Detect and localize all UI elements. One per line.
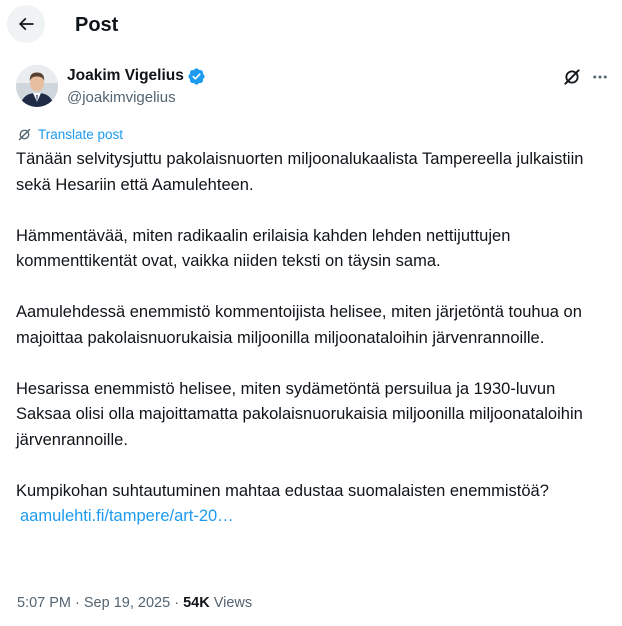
- views-count: 54K: [183, 595, 210, 611]
- verified-badge-icon: [188, 68, 205, 85]
- post-date[interactable]: Sep 19, 2025: [84, 595, 170, 611]
- translate-post-button[interactable]: Translate post: [17, 124, 123, 144]
- arrow-left-icon: [18, 17, 34, 31]
- grok-translate-icon: [18, 128, 31, 140]
- translate-post-label: Translate post: [38, 126, 124, 142]
- meta-separator: ·: [170, 595, 184, 611]
- post-meta: 5:07 PM · Sep 19, 2025 · 54K Views: [17, 593, 252, 613]
- post-paragraph: Aamulehdessä enemmistö kommentoijista he…: [16, 303, 582, 347]
- views-label: Views: [209, 595, 253, 611]
- post-paragraph: Hesarissa enemmistö helisee, miten sydäm…: [16, 379, 583, 449]
- post-link[interactable]: aamulehti.fi/tampere/art-20…: [20, 504, 606, 530]
- post-paragraph: Hämmentävää, miten radikaalin erilaisia …: [16, 226, 511, 271]
- post-time[interactable]: 5:07 PM: [17, 595, 71, 611]
- page-title: Post: [75, 14, 119, 36]
- author-name[interactable]: Joakim Vigelius: [67, 66, 184, 86]
- author-handle[interactable]: @joakimvigelius: [67, 88, 176, 108]
- avatar[interactable]: [16, 65, 58, 107]
- meta-separator: ·: [71, 595, 84, 611]
- grok-icon[interactable]: [561, 66, 583, 88]
- back-button[interactable]: [7, 5, 45, 43]
- post-header: Post: [0, 0, 622, 52]
- more-horizontal-icon[interactable]: [589, 66, 611, 88]
- post-paragraph: Kumpikohan suhtautuminen mahtaa edustaa …: [16, 481, 549, 500]
- post-text: Tänään selvitysjuttu pakolaisnuorten mil…: [16, 147, 606, 530]
- post-paragraph: Tänään selvitysjuttu pakolaisnuorten mil…: [16, 150, 584, 194]
